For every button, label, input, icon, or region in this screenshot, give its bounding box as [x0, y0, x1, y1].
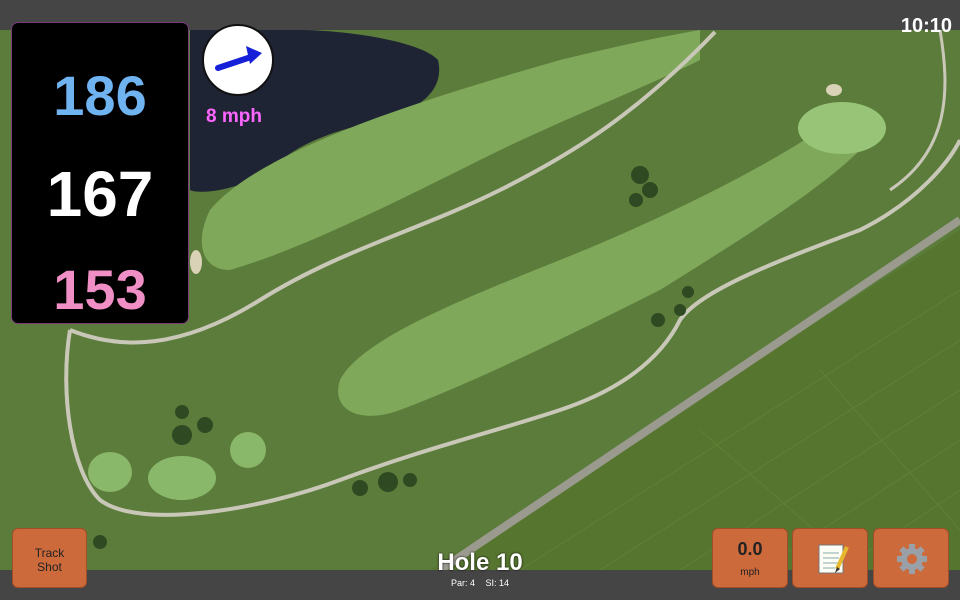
speed-value: 0.0: [737, 539, 763, 559]
settings-button[interactable]: [873, 528, 949, 588]
hole-par: Par: 4: [450, 578, 475, 588]
clock-time: 10:10: [900, 15, 952, 37]
wind-indicator: [202, 24, 274, 96]
back-yardage: 186: [53, 64, 147, 127]
hole-title: Hole 10: [437, 549, 523, 576]
hole-info: Par: 4 SI: 14: [380, 578, 580, 588]
speed-button[interactable]: 0.0 mph: [712, 528, 788, 588]
notes-button[interactable]: [792, 528, 868, 588]
track-shot-label: Track Shot: [34, 546, 65, 574]
wind-speed-label: 8 mph: [206, 106, 262, 127]
notepad-icon: [818, 544, 849, 574]
front-yardage: 153: [53, 258, 147, 321]
wind-arrow-icon: [215, 46, 262, 71]
speed-unit: mph: [740, 567, 760, 578]
yardage-panel: 186 167 153: [12, 23, 188, 323]
gear-icon: [897, 544, 927, 574]
hole-stroke-index: SI: 14: [485, 578, 510, 588]
track-shot-button[interactable]: Track Shot: [12, 528, 87, 588]
center-yardage: 167: [46, 158, 154, 230]
